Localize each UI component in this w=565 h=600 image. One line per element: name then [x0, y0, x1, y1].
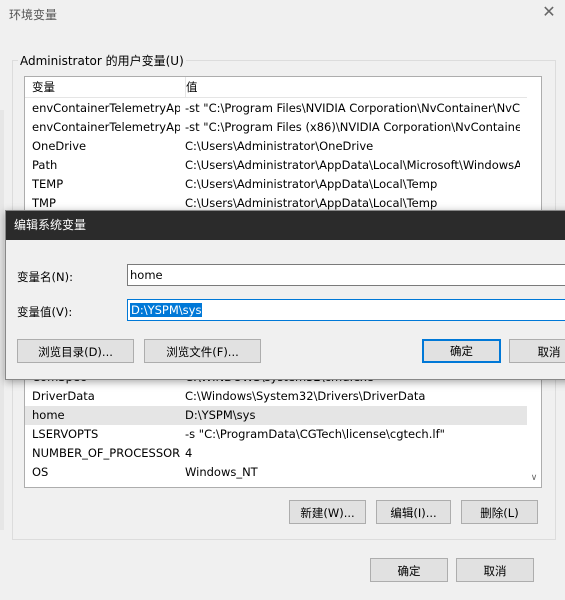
browse-file-button[interactable]: 浏览文件(F)... [144, 339, 261, 363]
cancel-button[interactable]: 取消 [456, 558, 534, 582]
var-name: envContainerTelemetryAp... [32, 101, 180, 115]
var-value: 4 [185, 446, 193, 460]
var-value: C:\Users\Administrator\AppData\Local\Mic… [185, 158, 520, 172]
var-name: OneDrive [32, 139, 87, 153]
column-header-value[interactable]: 值 [186, 77, 198, 97]
variable-name-label: 变量名(N): [17, 270, 73, 284]
list-item-selected[interactable]: home D:\YSPM\sys [25, 406, 541, 425]
scroll-down-icon[interactable]: ∨ [527, 471, 541, 485]
var-value: C:\Users\Administrator\AppData\Local\Tem… [185, 177, 438, 191]
user-variables-label: Administrator 的用户变量(U) [18, 52, 186, 69]
list-header: 变量 值 [25, 77, 541, 98]
dialog-title: 编辑系统变量 [6, 211, 565, 240]
list-item[interactable]: OneDrive C:\Users\Administrator\OneDrive [25, 137, 541, 156]
var-value: -st "C:\Program Files (x86)\NVIDIA Corpo… [185, 120, 520, 134]
list-item[interactable]: DriverData C:\Windows\System32\Drivers\D… [25, 387, 541, 406]
var-value: -s "C:\ProgramData\CGTech\license\cgtech… [185, 427, 445, 441]
var-name: home [32, 408, 65, 422]
dialog-ok-button[interactable]: 确定 [422, 339, 501, 363]
list-item[interactable]: NUMBER_OF_PROCESSORS 4 [25, 444, 541, 463]
list-item[interactable]: OS Windows_NT [25, 463, 541, 482]
left-edge-strip [0, 110, 4, 530]
edit-system-variable-dialog: 编辑系统变量 变量名(N): home 变量值(V): D:\YSPM\sys … [5, 210, 565, 380]
variable-name-input[interactable]: home [127, 264, 565, 286]
window-title: 环境变量 [9, 8, 58, 22]
browse-directory-button[interactable]: 浏览目录(D)... [17, 339, 134, 363]
column-header-name[interactable]: 变量 [25, 77, 186, 97]
var-value: D:\YSPM\sys [185, 408, 256, 422]
new-button[interactable]: 新建(W)... [289, 500, 366, 524]
var-name: envContainerTelemetryAp... [32, 120, 180, 134]
var-value: Windows_NT [185, 465, 258, 479]
ok-button[interactable]: 确定 [370, 558, 448, 582]
var-value: C:\Windows\System32\Drivers\DriverData [185, 389, 426, 403]
dialog-body: 变量名(N): home 变量值(V): D:\YSPM\sys 浏览目录(D)… [6, 240, 565, 379]
variable-value-input[interactable]: D:\YSPM\sys [127, 299, 565, 321]
var-name: NUMBER_OF_PROCESSORS [32, 446, 180, 460]
delete-button[interactable]: 删除(L) [461, 500, 538, 524]
close-icon[interactable]: ✕ [540, 2, 558, 22]
var-name: DriverData [32, 389, 95, 403]
var-name: TEMP [32, 177, 64, 191]
var-name: OS [32, 465, 49, 479]
selected-value-text: D:\YSPM\sys [130, 303, 203, 317]
var-value: -st "C:\Program Files\NVIDIA Corporation… [185, 101, 520, 115]
dialog-cancel-button[interactable]: 取消 [509, 339, 565, 363]
list-item[interactable]: TEMP C:\Users\Administrator\AppData\Loca… [25, 175, 541, 194]
var-name: LSERVOPTS [32, 427, 99, 441]
list-item[interactable]: LSERVOPTS -s "C:\ProgramData\CGTech\lice… [25, 425, 541, 444]
var-value: C:\Users\Administrator\OneDrive [185, 139, 374, 153]
var-name: Path [32, 158, 58, 172]
list-item[interactable]: envContainerTelemetryAp... -st "C:\Progr… [25, 99, 541, 118]
list-item[interactable]: envContainerTelemetryAp... -st "C:\Progr… [25, 118, 541, 137]
list-item[interactable]: Path C:\Users\Administrator\AppData\Loca… [25, 156, 541, 175]
variable-value-label: 变量值(V): [17, 305, 73, 319]
edit-button[interactable]: 编辑(I)... [376, 500, 451, 524]
